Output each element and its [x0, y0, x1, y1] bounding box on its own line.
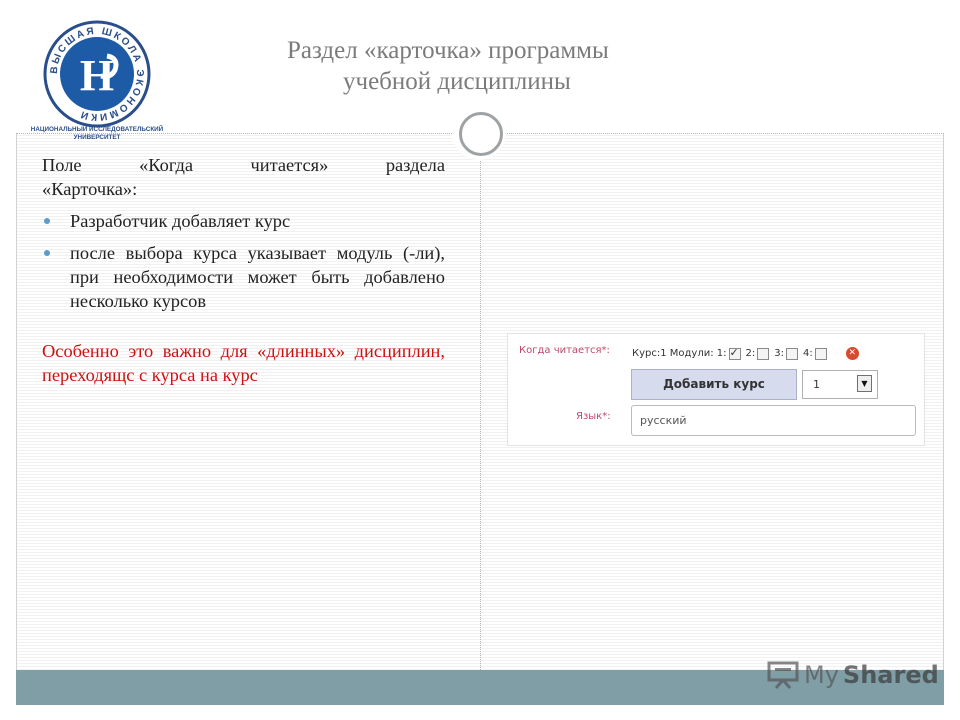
bullet-dot-icon: [44, 218, 50, 224]
dropdown-arrow-icon[interactable]: ▼: [857, 375, 872, 392]
bullet-dot-icon: [44, 250, 50, 256]
watermark-brand-shared: Shared: [842, 661, 939, 689]
divider-ornament-ring: [459, 112, 503, 156]
logo-caption: НАЦИОНАЛЬНЫЙ ИССЛЕДОВАТЕЛЬСКИЙ УНИВЕРСИТ…: [22, 126, 172, 142]
watermark-brand-my: My: [804, 661, 839, 689]
slide-body: Поле «Когда читается» раздела «Карточка»…: [42, 153, 445, 387]
module-2-label: 2:: [745, 348, 756, 359]
bullet-list: Разработчик добавляет курс после выбора …: [42, 209, 445, 313]
when-taught-label: Когда читается*:: [519, 345, 610, 356]
intro-line1: Поле «Когда читается» раздела: [42, 153, 445, 177]
intro-word: «Когда: [139, 155, 193, 175]
module-3-label: 3:: [774, 348, 784, 359]
add-course-button[interactable]: Добавить курс: [631, 369, 797, 400]
logo-caption-line2: УНИВЕРСИТЕТ: [73, 134, 121, 141]
course-form-screenshot: Когда читается*: Курс:1 Модули: 1: 2: 3:…: [507, 333, 925, 446]
module-4-checkbox[interactable]: [814, 347, 827, 360]
slide-title-line2: учебной дисциплины: [343, 68, 571, 95]
module-2-checkbox[interactable]: [757, 347, 770, 360]
bullet-text: Разработчик добавляет курс: [70, 211, 291, 231]
select-value: 1: [813, 378, 820, 391]
bullet-item: после выбора курса указывает модуль (-ли…: [42, 241, 445, 313]
module-3-checkbox[interactable]: [786, 347, 798, 360]
module-1-checkbox[interactable]: [728, 346, 741, 360]
intro-word: Поле: [42, 155, 82, 175]
bullet-text: после выбора курса указывает модуль (-ли…: [70, 243, 445, 311]
remove-course-icon[interactable]: ✕: [845, 347, 859, 360]
highlight-note: Особенно это важно для «длинных» дисципл…: [42, 341, 445, 385]
myshared-watermark: My Shared: [766, 657, 939, 693]
language-label: Язык*:: [576, 411, 611, 422]
course-text: Курс:1 Модули: 1:: [632, 348, 727, 359]
course-modules-row: Курс:1 Модули: 1: 2: 3: 4: ✕: [632, 346, 859, 360]
intro-word: раздела: [385, 155, 445, 175]
intro-paragraph: Поле «Когда читается» раздела «Карточка»…: [42, 153, 445, 201]
module-4-label: 4:: [803, 348, 813, 359]
column-divider: [480, 155, 481, 670]
presentation-icon: [767, 661, 799, 689]
course-number-select[interactable]: 1 ▼: [802, 370, 878, 399]
language-field[interactable]: русский: [631, 405, 916, 436]
slide-title: Раздел «карточка» программы учебной дисц…: [230, 35, 750, 97]
intro-line2: «Карточка»:: [42, 179, 138, 199]
intro-word: читается»: [250, 155, 329, 175]
bullet-item: Разработчик добавляет курс: [42, 209, 445, 233]
slide-title-line1: Раздел «карточка» программы: [287, 37, 609, 64]
